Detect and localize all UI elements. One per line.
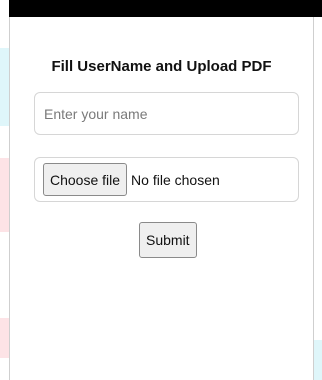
name-input[interactable] <box>34 92 299 135</box>
upload-form-card: Fill UserName and Upload PDF Choose file… <box>9 17 314 380</box>
form-title: Fill UserName and Upload PDF <box>51 58 272 75</box>
choose-file-button[interactable]: Choose file <box>43 163 128 196</box>
file-status-text: No file chosen <box>131 171 220 188</box>
background-decoration <box>314 340 322 380</box>
submit-button[interactable]: Submit <box>139 222 197 258</box>
header-bar <box>9 0 322 17</box>
file-upload-field: Choose file No file chosen <box>34 157 299 202</box>
